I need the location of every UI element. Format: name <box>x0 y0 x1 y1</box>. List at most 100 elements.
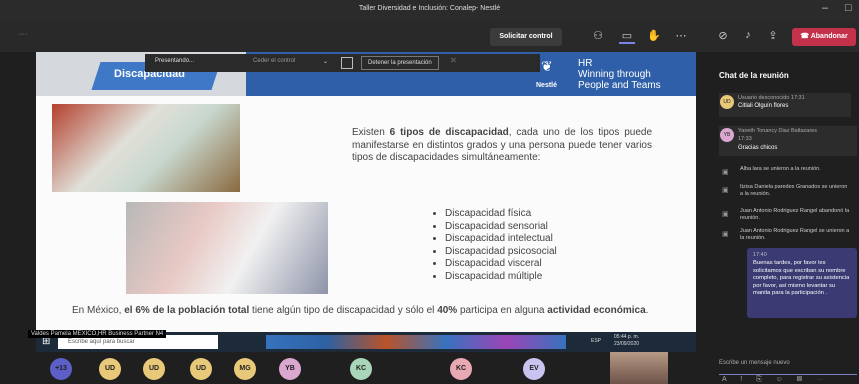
pin-icon[interactable]: ⤫ <box>451 58 456 65</box>
disability-list: Discapacidad física Discapacidad sensori… <box>431 208 557 283</box>
leave-label: Abandonar <box>810 33 848 40</box>
avatar-initials: UD <box>195 365 207 372</box>
avatar[interactable]: UD <box>143 358 165 380</box>
wheelchair-photo <box>126 202 328 294</box>
chat-event: Juan Antonio Rodriguez Rangel abandonó l… <box>740 208 850 221</box>
bottom-bold: 40% <box>437 305 458 316</box>
avatar[interactable]: MG <box>234 358 256 380</box>
join-icon: ▣ <box>722 231 729 238</box>
chat-text: Citlali Olguín flores <box>738 103 789 109</box>
window-title: Taller Diversidad e Inclusión: Conalep- … <box>358 5 501 12</box>
chat-event: Juan Antonio Rodriguez Rangel se unieron… <box>740 228 850 241</box>
list-item: Discapacidad física <box>445 208 557 221</box>
taskbar-language: ESP <box>591 338 602 344</box>
bottom-bold: actividad económica <box>547 305 646 316</box>
chat-message: YB Yaneth Tonancy Diaz Baltazares 17:33 … <box>719 126 857 156</box>
avatar-initials: YB <box>285 365 295 372</box>
avatar-initials: EV <box>529 365 539 372</box>
chat-format-icons[interactable]: A ! ⎘ ☺ ▤ ⋯ <box>722 376 829 384</box>
intro-text: Existen <box>352 127 390 138</box>
chat-message-input[interactable]: Escribe un mensaje nuevo <box>719 352 857 375</box>
more-options-icon[interactable]: ⋯ <box>673 29 689 42</box>
give-control-dropdown[interactable]: Ceder el control <box>253 58 295 64</box>
chat-message: UD Usuario desconocido 17:31 Citlali Olg… <box>719 93 851 117</box>
avatar-initials: KC <box>355 365 367 372</box>
workers-photo <box>52 104 240 192</box>
presenter-video-thumbnail[interactable] <box>610 352 668 384</box>
intro-paragraph: Existen 6 tipos de discapacidad, cada un… <box>352 127 652 165</box>
hr-line: Winning through <box>578 69 651 80</box>
avatar[interactable]: UD <box>190 358 212 380</box>
taskbar-app-icons <box>266 335 566 349</box>
avatar: YB <box>720 128 734 142</box>
request-control-button[interactable]: Solicitar control <box>490 28 562 46</box>
chat-time: 17:40 <box>753 252 767 258</box>
presenting-label: Presentando... <box>155 58 195 64</box>
chat-time: 17:31 <box>790 95 805 101</box>
mic-off-icon[interactable]: ♪ <box>740 29 756 41</box>
bottom-bold: el 6% de la población total <box>124 305 250 316</box>
leave-event-icon: ▣ <box>722 211 729 218</box>
meeting-toolbar: ···· Solicitar control ⚇ ▭ ✋ ⋯ ⊘ ♪ ⇪ ☎ A… <box>0 22 859 52</box>
meeting-timer: ···· <box>18 31 28 38</box>
stop-presenting-button[interactable]: Detener la presentación <box>361 56 439 70</box>
avatar: UD <box>720 95 734 109</box>
avatar-initials: UD <box>148 365 160 372</box>
chevron-down-icon[interactable]: ⌄ <box>323 58 328 65</box>
avatar[interactable]: UD <box>99 358 121 380</box>
bottom-text: tiene algún tipo de discapacidad y sólo … <box>249 305 438 316</box>
join-icon: ▣ <box>722 187 729 194</box>
avatar-initials: MG <box>239 365 251 372</box>
bottom-paragraph: En México, el 6% de la población total t… <box>72 304 692 317</box>
chat-event: Itzisa Daniela paredes Granados se unier… <box>740 184 848 197</box>
join-icon: ▣ <box>722 169 729 176</box>
bottom-text: En México, <box>72 305 125 316</box>
minimize-icon[interactable]: – <box>822 2 828 14</box>
avatar[interactable]: KC <box>350 358 372 380</box>
list-item: Discapacidad psicosocial <box>445 246 557 259</box>
chat-time: 17:33 <box>738 136 752 142</box>
nestle-nest-icon: ❦ <box>541 58 553 74</box>
nestle-logo: Nestlé <box>536 82 558 89</box>
maximize-icon[interactable]: □ <box>845 2 852 14</box>
presenter-name-caption: Valdes Pamela MEXICO,HR Business Partner… <box>28 330 167 338</box>
taskbar-date: 23/09/2020 <box>614 341 640 347</box>
hang-up-icon: ☎ <box>800 33 811 40</box>
chat-sender: Yaneth Tonancy Diaz Baltazares <box>738 128 817 134</box>
taskbar-time: 05:44 p. m. <box>614 334 640 340</box>
chat-text: Gracias chicos <box>738 145 778 151</box>
chat-panel: Chat de la reunión UD Usuario desconocid… <box>710 52 859 384</box>
chat-sender-name: Usuario desconocido <box>738 95 790 101</box>
bottom-text: . <box>645 305 649 316</box>
chat-message-own: 17:40 Buenas tardes, por favor les solic… <box>747 248 857 318</box>
avatar[interactable]: +13 <box>50 358 72 380</box>
avatar[interactable]: KC <box>450 358 472 380</box>
camera-off-icon[interactable]: ⊘ <box>715 29 731 42</box>
participants-icon[interactable]: ⚇ <box>590 29 606 42</box>
hr-tagline: HR Winning through People and Teams <box>578 58 661 91</box>
chat-title: Chat de la reunión <box>719 71 789 80</box>
window-title-bar: Taller Diversidad e Inclusión: Conalep- … <box>0 0 859 22</box>
chat-text: Buenas tardes, por favor les solicitamos… <box>753 260 850 297</box>
list-item: Discapacidad múltiple <box>445 271 557 284</box>
presenting-control-bar: Presentando... Ceder el control ⌄ Detene… <box>145 54 540 72</box>
bottom-text: participa en alguna <box>457 305 548 316</box>
monitor-icon[interactable] <box>341 57 353 69</box>
share-screen-icon[interactable]: ⇪ <box>765 29 781 42</box>
list-item: Discapacidad sensorial <box>445 221 557 234</box>
list-item: Discapacidad intelectual <box>445 233 557 246</box>
intro-bold: 6 tipos de discapacidad <box>389 127 509 138</box>
list-item: Discapacidad visceral <box>445 258 557 271</box>
avatar-initials: +13 <box>55 365 67 372</box>
avatar[interactable]: YB <box>279 358 301 380</box>
leave-button[interactable]: ☎ Abandonar <box>792 28 856 46</box>
avatar[interactable]: EV <box>523 358 545 380</box>
chat-event: Alba lara se unieron a la reunión. <box>740 166 821 172</box>
hr-line: People and Teams <box>578 80 661 91</box>
hr-line: HR <box>578 58 593 69</box>
avatar-initials: KC <box>455 365 467 372</box>
chat-icon[interactable]: ▭ <box>619 29 635 44</box>
presentation-slide: Discapacidad ❦ Nestlé HR Winning through… <box>36 52 696 334</box>
raise-hand-icon[interactable]: ✋ <box>646 29 662 42</box>
participants-bar: +13 UD UD UD MG YB KC KC EV <box>0 352 710 384</box>
